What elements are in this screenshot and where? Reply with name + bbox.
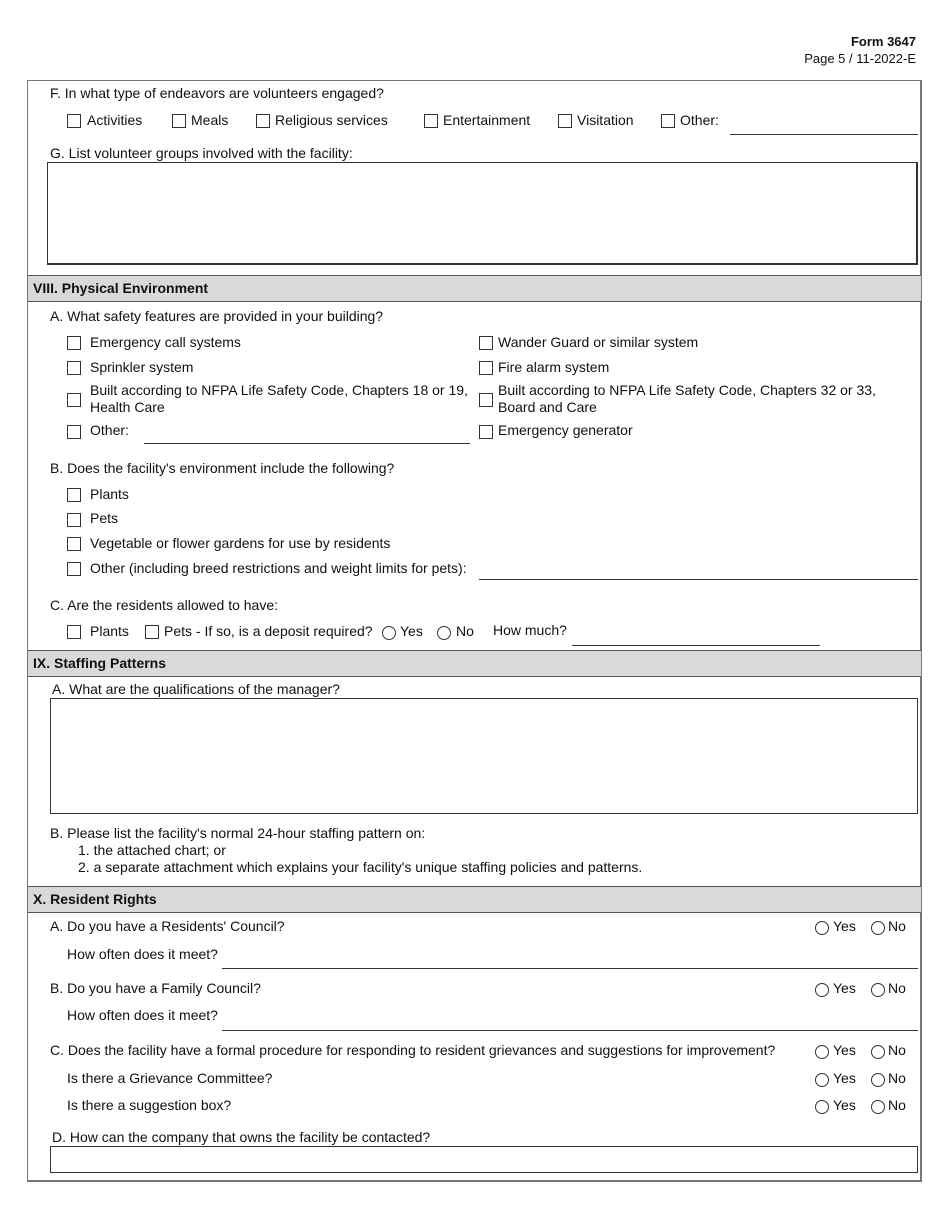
checkbox-emergency-call[interactable] (67, 336, 81, 350)
manager-qualifications-textarea[interactable] (50, 698, 918, 814)
checkbox-other-endeavor[interactable] (661, 114, 675, 128)
label-other-endeavor: Other: (680, 112, 719, 128)
staffing-option-1: 1. the attached chart; or (78, 842, 226, 858)
radio-grievance-procedure-yes[interactable] (815, 1045, 829, 1059)
question-x-c: C. Does the facility have a formal proce… (50, 1042, 776, 1058)
radio-family-council-yes[interactable] (815, 983, 829, 997)
volunteer-groups-textarea[interactable] (47, 162, 918, 265)
label-allowed-plants: Plants (90, 623, 129, 639)
checkbox-nfpa-18-19[interactable] (67, 393, 81, 407)
radio-residents-council-yes[interactable] (815, 921, 829, 935)
label-residents-council-yes: Yes (833, 918, 856, 934)
label-other-safety: Other: (90, 422, 129, 438)
section-ix-header: IX. Staffing Patterns (28, 650, 921, 677)
label-deposit-yes: Yes (400, 623, 423, 639)
label-nfpa-18-19-line2: Health Care (90, 399, 165, 415)
question-x-d: D. How can the company that owns the fac… (52, 1129, 431, 1145)
checkbox-allowed-pets[interactable] (145, 625, 159, 639)
label-env-other: Other (including breed restrictions and … (90, 560, 467, 576)
family-council-often-input[interactable] (222, 1030, 918, 1031)
radio-grievance-committee-yes[interactable] (815, 1073, 829, 1087)
radio-family-council-no[interactable] (871, 983, 885, 997)
label-residents-council-no: No (888, 918, 906, 934)
other-safety-input[interactable] (144, 443, 470, 444)
label-residents-council-often: How often does it meet? (67, 946, 218, 962)
label-env-plants: Plants (90, 486, 129, 502)
checkbox-env-pets[interactable] (67, 513, 81, 527)
label-visitation: Visitation (577, 112, 634, 128)
checkbox-visitation[interactable] (558, 114, 572, 128)
label-allowed-pets: Pets - If so, is a deposit required? (164, 623, 373, 639)
label-religious-services: Religious services (275, 112, 388, 128)
other-endeavor-input[interactable] (730, 134, 918, 135)
question-g: G. List volunteer groups involved with t… (50, 145, 353, 161)
label-grievance-procedure-no: No (888, 1042, 906, 1058)
how-much-input[interactable] (572, 645, 820, 646)
radio-grievance-committee-no[interactable] (871, 1073, 885, 1087)
checkbox-nfpa-32-33[interactable] (479, 393, 493, 407)
label-grievance-committee-no: No (888, 1070, 906, 1086)
checkbox-other-safety[interactable] (67, 425, 81, 439)
section-viii-header: VIII. Physical Environment (28, 275, 921, 302)
radio-deposit-no[interactable] (437, 626, 451, 640)
question-viii-c: C. Are the residents allowed to have: (50, 597, 279, 613)
label-env-gardens: Vegetable or flower gardens for use by r… (90, 535, 391, 551)
label-meals: Meals (191, 112, 229, 128)
label-wander-guard: Wander Guard or similar system (498, 334, 699, 350)
label-nfpa-18-19: Built according to NFPA Life Safety Code… (90, 382, 468, 398)
company-contact-input[interactable] (50, 1146, 918, 1173)
label-family-council-no: No (888, 980, 906, 996)
page-info: Page 5 / 11-2022-E (804, 51, 916, 66)
checkbox-activities[interactable] (67, 114, 81, 128)
checkbox-meals[interactable] (172, 114, 186, 128)
label-entertainment: Entertainment (443, 112, 531, 128)
question-ix-a: A. What are the qualifications of the ma… (52, 681, 340, 697)
radio-grievance-procedure-no[interactable] (871, 1045, 885, 1059)
label-grievance-committee-yes: Yes (833, 1070, 856, 1086)
radio-residents-council-no[interactable] (871, 921, 885, 935)
label-suggestion-box: Is there a suggestion box? (67, 1097, 232, 1113)
label-deposit-no: No (456, 623, 474, 639)
label-nfpa-32-33: Built according to NFPA Life Safety Code… (498, 382, 876, 398)
question-x-b: B. Do you have a Family Council? (50, 980, 261, 996)
label-nfpa-32-33-line2: Board and Care (498, 399, 597, 415)
question-viii-b: B. Does the facility's environment inclu… (50, 460, 395, 476)
checkbox-entertainment[interactable] (424, 114, 438, 128)
staffing-option-2: 2. a separate attachment which explains … (78, 859, 643, 875)
label-grievance-committee: Is there a Grievance Committee? (67, 1070, 273, 1086)
radio-suggestion-box-no[interactable] (871, 1100, 885, 1114)
label-activities: Activities (87, 112, 143, 128)
label-env-pets: Pets (90, 510, 119, 526)
label-how-much: How much? (493, 622, 567, 638)
question-ix-b: B. Please list the facility's normal 24-… (50, 825, 426, 841)
checkbox-religious-services[interactable] (256, 114, 270, 128)
label-emergency-call: Emergency call systems (90, 334, 241, 350)
checkbox-emergency-generator[interactable] (479, 425, 493, 439)
checkbox-env-plants[interactable] (67, 488, 81, 502)
checkbox-allowed-plants[interactable] (67, 625, 81, 639)
section-x-header: X. Resident Rights (28, 886, 921, 913)
question-viii-a: A. What safety features are provided in … (50, 308, 384, 324)
label-fire-alarm: Fire alarm system (498, 359, 610, 375)
checkbox-wander-guard[interactable] (479, 336, 493, 350)
form-number: Form 3647 (850, 34, 916, 49)
label-suggestion-box-no: No (888, 1097, 906, 1113)
question-x-a: A. Do you have a Residents' Council? (50, 918, 285, 934)
label-sprinkler: Sprinkler system (90, 359, 194, 375)
checkbox-sprinkler[interactable] (67, 361, 81, 375)
radio-deposit-yes[interactable] (382, 626, 396, 640)
checkbox-env-other[interactable] (67, 562, 81, 576)
checkbox-env-gardens[interactable] (67, 537, 81, 551)
label-emergency-generator: Emergency generator (498, 422, 633, 438)
label-family-council-often: How often does it meet? (67, 1007, 218, 1023)
residents-council-often-input[interactable] (222, 968, 918, 969)
label-grievance-procedure-yes: Yes (833, 1042, 856, 1058)
label-suggestion-box-yes: Yes (833, 1097, 856, 1113)
radio-suggestion-box-yes[interactable] (815, 1100, 829, 1114)
question-f: F. In what type of endeavors are volunte… (50, 85, 384, 101)
env-other-input[interactable] (479, 579, 918, 580)
checkbox-fire-alarm[interactable] (479, 361, 493, 375)
label-family-council-yes: Yes (833, 980, 856, 996)
